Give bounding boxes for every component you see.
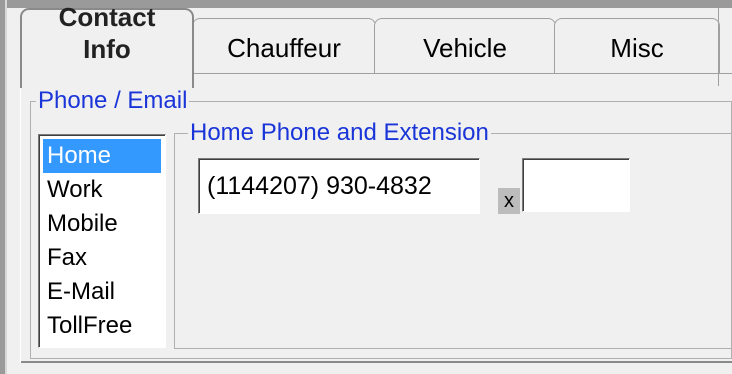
tab-page-panel xyxy=(20,73,732,363)
tab-chauffeur-label: Chauffeur xyxy=(227,33,341,63)
tab-contact-info-line1: Contact xyxy=(58,2,156,32)
window-frame-left xyxy=(0,0,7,374)
tab-chauffeur[interactable]: Chauffeur xyxy=(192,18,376,74)
tab-misc[interactable]: Misc xyxy=(554,18,720,74)
tab-contact-info-line2: Info xyxy=(83,34,131,64)
tab-misc-label: Misc xyxy=(610,33,664,63)
tab-contact-info[interactable]: Contact Info xyxy=(20,2,194,88)
tab-vehicle[interactable]: Vehicle xyxy=(374,18,556,74)
tab-vehicle-label: Vehicle xyxy=(423,33,507,63)
